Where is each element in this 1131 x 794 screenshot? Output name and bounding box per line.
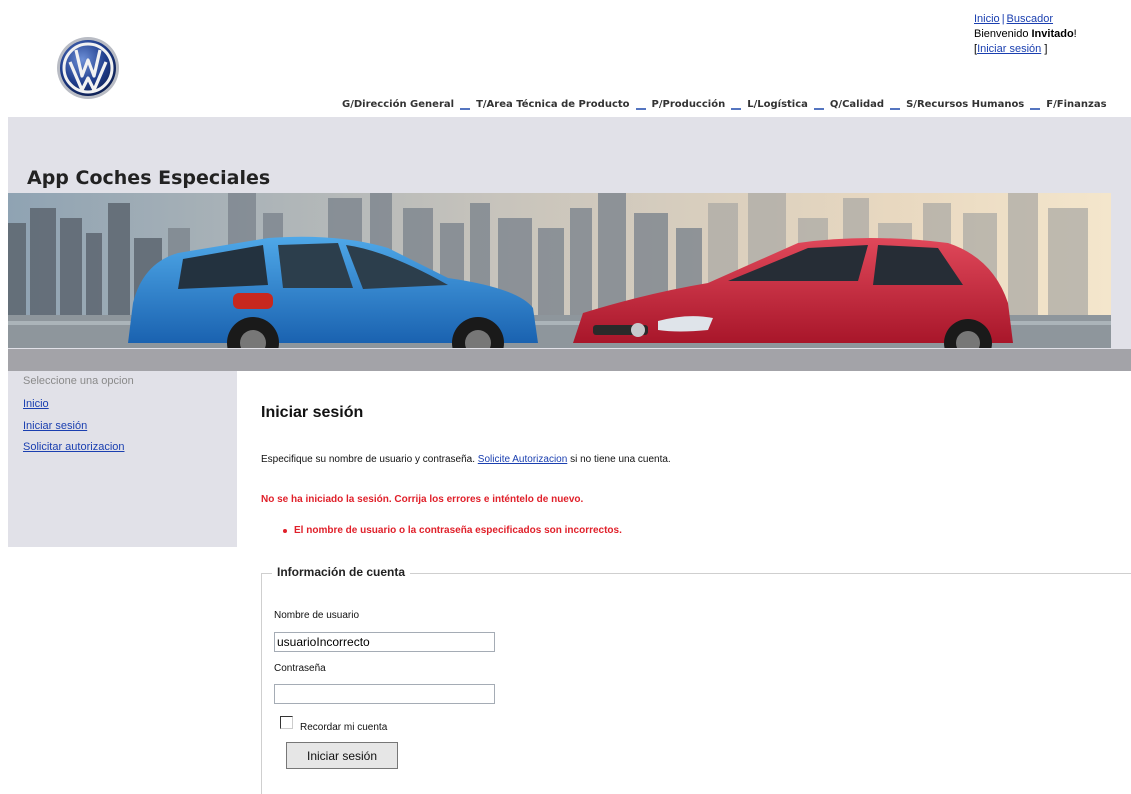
nav-separator (813, 108, 824, 110)
username-label: Nombre de usuario (274, 610, 360, 621)
user-name: Invitado (1031, 28, 1074, 40)
nav-item-area-tecnica[interactable]: T/Area Técnica de Producto (476, 99, 629, 110)
intro-text-before: Especifique su nombre de usuario y contr… (261, 454, 478, 465)
user-panel: Inicio | Buscador Bienvenido Invitado! [In… (974, 12, 1077, 57)
remember-checkbox[interactable] (280, 716, 293, 729)
nav-item-finanzas[interactable]: F/Finanzas (1046, 99, 1106, 110)
nav-separator (635, 108, 646, 110)
vw-logo-icon (57, 37, 119, 99)
top-link-search[interactable]: Buscador (1007, 13, 1053, 25)
welcome-text: Bienvenido (974, 28, 1032, 40)
nav-separator (890, 108, 901, 110)
error-list-item: El nombre de usuario o la contraseña esp… (283, 525, 622, 536)
password-label: Contraseña (274, 663, 326, 674)
top-link-home[interactable]: Inicio (974, 13, 1000, 25)
nav-item-produccion[interactable]: P/Producción (652, 99, 726, 110)
banner-image (8, 193, 1111, 348)
sidebar-item-solicitar-autorizacion[interactable]: Solicitar autorizacion (23, 441, 125, 453)
error-summary: No se ha iniciado la sesión. Corrija los… (261, 494, 584, 505)
login-bracket-close: ] (1041, 43, 1048, 55)
bullet-icon (283, 529, 287, 533)
nav-separator (731, 108, 742, 110)
nav-item-logistica[interactable]: L/Logística (747, 99, 808, 110)
nav-item-direccion[interactable]: G/Dirección General (342, 99, 454, 110)
link-separator: | (1001, 13, 1005, 25)
password-input[interactable] (274, 684, 495, 704)
sidebar-heading: Seleccione una opcion (23, 375, 134, 387)
nav-item-recursos-humanos[interactable]: S/Recursos Humanos (906, 99, 1024, 110)
intro-text-after: si no tiene una cuenta. (567, 454, 671, 465)
sidebar-item-inicio[interactable]: Inicio (23, 398, 49, 410)
sidebar-item-iniciar-sesion[interactable]: Iniciar sesión (23, 420, 87, 432)
remember-label: Recordar mi cuenta (300, 722, 388, 733)
fieldset-legend: Información de cuenta (272, 565, 411, 579)
nav-item-calidad[interactable]: Q/Calidad (830, 99, 884, 110)
username-input[interactable] (274, 632, 495, 652)
page-title: Iniciar sesión (261, 404, 364, 421)
top-link-login[interactable]: Iniciar sesión (977, 43, 1041, 55)
top-nav: G/Dirección General T/Area Técnica de Pro… (342, 99, 1109, 110)
request-authorization-link[interactable]: Solicite Autorizacion (478, 454, 568, 465)
nav-separator (1030, 108, 1041, 110)
banner-strip (8, 349, 1131, 371)
login-submit-button[interactable]: Iniciar sesión (286, 742, 398, 769)
app-title: App Coches Especiales (27, 167, 271, 189)
welcome-suffix: ! (1073, 28, 1077, 40)
sidebar: Seleccione una opcion Inicio Iniciar ses… (8, 371, 237, 547)
error-message: El nombre de usuario o la contraseña esp… (294, 525, 622, 536)
intro-text: Especifique su nombre de usuario y contr… (261, 454, 671, 465)
nav-separator (460, 108, 471, 110)
